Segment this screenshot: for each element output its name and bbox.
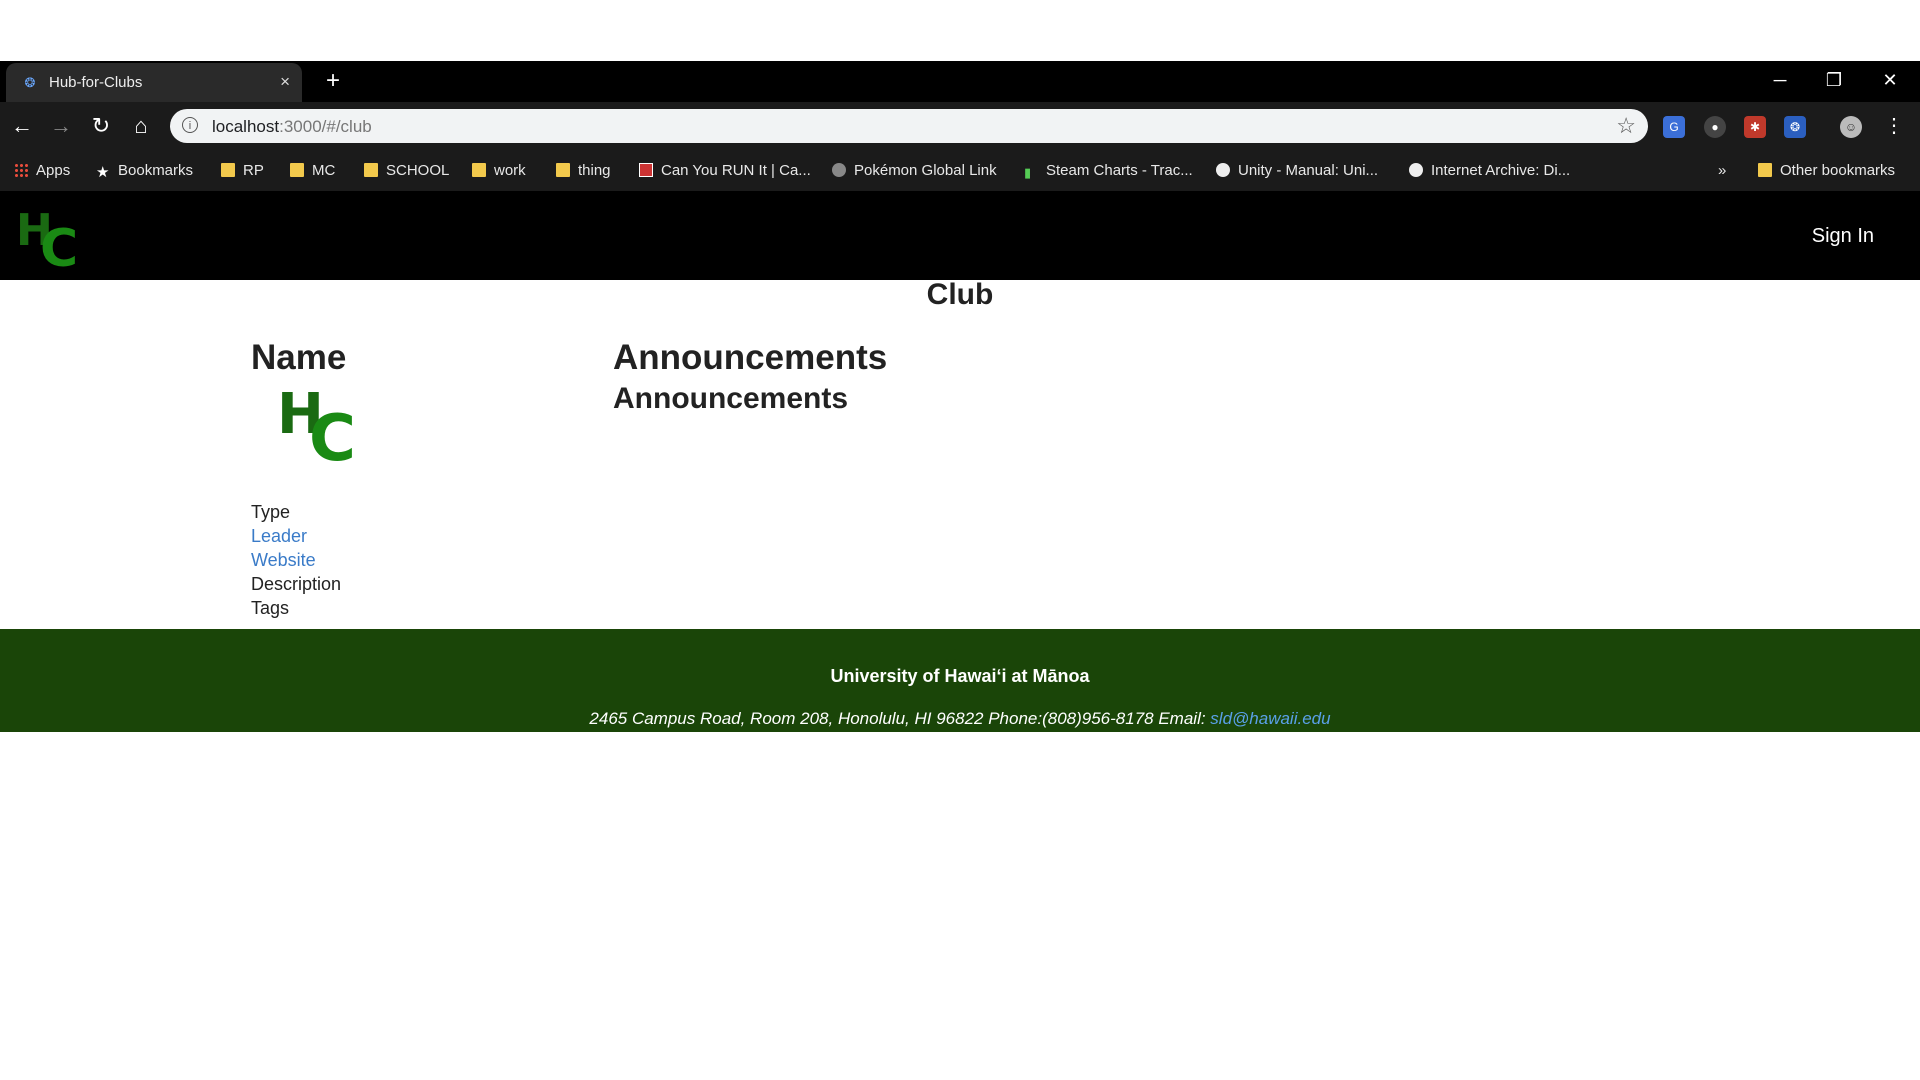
site-footer: University of Hawaiʻi at Mānoa 2465 Camp… — [0, 629, 1920, 732]
logo-c: C — [40, 219, 79, 279]
bookmark-label: Internet Archive: Di... — [1431, 162, 1571, 179]
bookmark-label: Can You RUN It | Ca... — [661, 162, 811, 179]
club-logo-image: H C — [277, 382, 377, 500]
folder-icon — [472, 163, 486, 177]
bookmark-label: Steam Charts - Trac... — [1046, 162, 1193, 179]
reload-icon[interactable]: ↻ — [87, 112, 115, 140]
profile-avatar[interactable]: ☺ — [1840, 116, 1862, 138]
bookmark-school[interactable]: SCHOOL — [364, 162, 449, 179]
bookmark-label: thing — [578, 162, 611, 179]
folder-icon — [290, 163, 304, 177]
bookmarks-overflow-button[interactable]: » — [1718, 162, 1726, 179]
bookmark-thing[interactable]: thing — [556, 162, 611, 179]
bookmark-steam-charts[interactable]: ▮ Steam Charts - Trac... — [1024, 162, 1193, 180]
club-type: Type — [251, 502, 291, 522]
minimize-button[interactable]: ─ — [1752, 61, 1808, 101]
address-bar[interactable]: i localhost:3000/#/club ☆ — [170, 109, 1648, 143]
club-info-column: Name H C Type Leader Website Description… — [251, 338, 571, 620]
footer-email-link[interactable]: sld@hawaii.edu — [1210, 709, 1330, 728]
pokeball-icon — [832, 163, 846, 177]
bookmark-label: SCHOOL — [386, 162, 450, 179]
url-text: localhost:3000/#/club — [212, 117, 372, 137]
restore-button[interactable]: ❐ — [1806, 61, 1862, 101]
tab-close-icon[interactable]: × — [280, 72, 290, 92]
announcements-heading: Announcements — [613, 338, 888, 377]
club-logo-c: C — [309, 402, 356, 476]
new-tab-button[interactable]: + — [318, 67, 348, 97]
club-leader-link[interactable]: Leader — [251, 524, 571, 548]
bookmark-apps[interactable]: Apps — [14, 162, 70, 179]
bookmark-work[interactable]: work — [472, 162, 526, 179]
bookmark-label: RP — [243, 162, 264, 179]
bookmark-label: Pokémon Global Link — [854, 162, 997, 179]
club-description: Description — [251, 574, 342, 594]
site-favicon-icon — [639, 163, 653, 177]
tab-favicon-icon: ❂ — [24, 75, 36, 90]
sign-in-link[interactable]: Sign In — [1812, 225, 1874, 248]
translate-extension-icon[interactable]: G — [1663, 116, 1685, 138]
site-info-icon[interactable]: i — [182, 117, 198, 133]
footer-university: University of Hawaiʻi at Mānoa — [830, 666, 1090, 686]
page-title: Club — [926, 278, 994, 311]
bookmark-star-icon[interactable]: ☆ — [1616, 113, 1636, 139]
tab-title: Hub-for-Clubs — [49, 74, 143, 91]
bookmark-label: Bookmarks — [118, 162, 194, 179]
bookmark-bookmarks[interactable]: ★ Bookmarks — [96, 162, 193, 180]
announcements-column: Announcements Announcements — [613, 338, 887, 416]
bookmark-pokemon[interactable]: Pokémon Global Link — [832, 162, 997, 179]
folder-icon — [1758, 163, 1772, 177]
bookmark-label: work — [494, 162, 526, 179]
globe-icon — [1409, 163, 1423, 177]
club-website-link[interactable]: Website — [251, 548, 571, 572]
announcements-subheading: Announcements — [613, 382, 849, 415]
star-icon: ★ — [96, 164, 110, 181]
browser-chrome: ❂ Hub-for-Clubs × + ─ ❐ ✕ ← → ↻ ⌂ i loca… — [0, 61, 1920, 191]
forward-arrow-icon[interactable]: → — [47, 112, 75, 140]
bookmark-label: Apps — [36, 162, 71, 179]
window-close-button[interactable]: ✕ — [1862, 61, 1918, 101]
url-host: localhost — [212, 117, 280, 136]
back-arrow-icon[interactable]: ← — [8, 112, 36, 140]
url-path: :3000/#/club — [279, 117, 372, 136]
bookmarks-bar: Apps ★ Bookmarks RP MC SCHOOL work thing … — [0, 150, 1920, 191]
bookmark-can-you-run-it[interactable]: Can You RUN It | Ca... — [639, 162, 811, 179]
folder-icon — [556, 163, 570, 177]
bookmark-label: Other bookmarks — [1780, 162, 1896, 179]
extension-blue-icon[interactable]: ❂ — [1784, 116, 1806, 138]
footer-address-line: 2465 Campus Road, Room 208, Honolulu, HI… — [0, 709, 1920, 729]
apps-grid-icon — [14, 163, 28, 177]
bookmark-mc[interactable]: MC — [290, 162, 335, 179]
browser-toolbar: ← → ↻ ⌂ i localhost:3000/#/club ☆ G ● ✱ … — [0, 102, 1920, 150]
folder-icon — [364, 163, 378, 177]
site-navbar: H C Sign In — [0, 191, 1920, 280]
club-tags: Tags — [251, 598, 290, 618]
bookmark-internet-archive[interactable]: Internet Archive: Di... — [1409, 162, 1570, 179]
chart-icon: ▮ — [1024, 165, 1032, 180]
bookmark-rp[interactable]: RP — [221, 162, 264, 179]
extension-red-icon[interactable]: ✱ — [1744, 116, 1766, 138]
bookmark-unity[interactable]: Unity - Manual: Uni... — [1216, 162, 1378, 179]
browser-tab[interactable]: ❂ Hub-for-Clubs × — [6, 63, 302, 102]
home-icon[interactable]: ⌂ — [127, 112, 155, 140]
bookmark-label: Unity - Manual: Uni... — [1238, 162, 1379, 179]
folder-icon — [221, 163, 235, 177]
bookmark-other[interactable]: Other bookmarks — [1758, 162, 1895, 179]
bookmark-label: MC — [312, 162, 336, 179]
menu-kebab-icon[interactable]: ⋮ — [1880, 112, 1908, 140]
footer-address: 2465 Campus Road, Room 208, Honolulu, HI… — [589, 709, 1211, 728]
tab-strip: ❂ Hub-for-Clubs × + ─ ❐ ✕ — [0, 61, 1920, 102]
site-logo[interactable]: H C — [14, 205, 84, 279]
extension-icon[interactable]: ● — [1704, 116, 1726, 138]
globe-icon — [1216, 163, 1230, 177]
club-name-heading: Name — [251, 338, 347, 377]
